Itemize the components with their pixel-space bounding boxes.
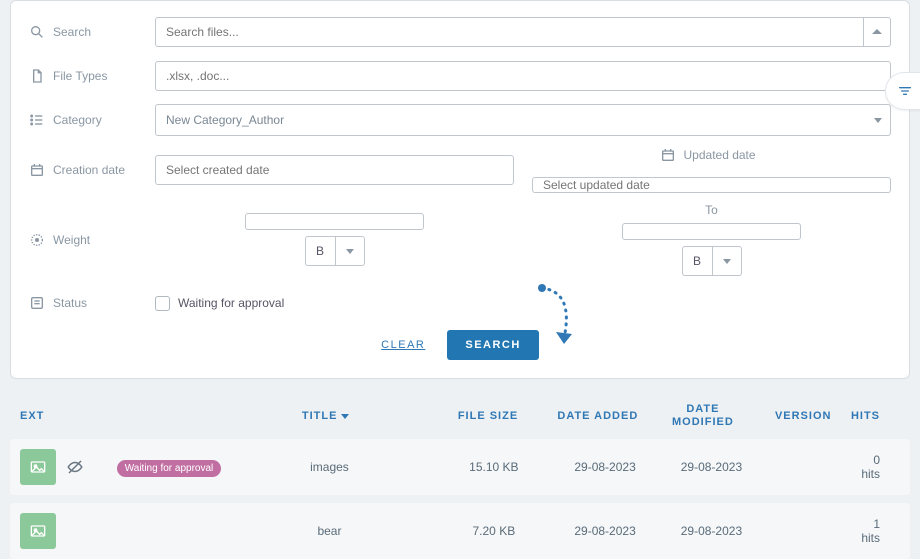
file-type-image-icon xyxy=(20,513,56,549)
search-input[interactable] xyxy=(155,17,864,47)
cell-modified: 29-08-2023 xyxy=(658,524,764,538)
search-input-wrap xyxy=(155,17,891,47)
row-status: Status Waiting for approval xyxy=(29,286,891,320)
status-checkbox[interactable] xyxy=(155,296,170,311)
category-value: New Category_Author xyxy=(156,105,867,135)
cell-hits: 1 hits xyxy=(861,517,900,545)
label-creation-date: Creation date xyxy=(29,162,155,178)
cell-title: images xyxy=(223,460,436,474)
th-version[interactable]: VERSION xyxy=(755,410,851,422)
status-checkbox-row: Waiting for approval xyxy=(155,296,284,311)
row-dates: Creation date Updated date xyxy=(29,147,891,193)
th-date-modified[interactable]: DATE MODIFIED xyxy=(650,403,755,429)
cell-title: bear xyxy=(223,524,436,538)
filter-fab[interactable] xyxy=(885,72,920,110)
label-status-text: Status xyxy=(53,296,87,310)
th-title-text: TITLE xyxy=(302,410,338,422)
cell-added: 29-08-2023 xyxy=(552,524,658,538)
th-title[interactable]: TITLE xyxy=(221,410,431,422)
table-header: EXT TITLE FILE SIZE DATE ADDED DATE MODI… xyxy=(10,389,910,439)
table-row[interactable]: bear 7.20 KB 29-08-2023 29-08-2023 1 hit… xyxy=(10,503,910,559)
label-weight-text: Weight xyxy=(53,233,90,247)
status-icon xyxy=(29,295,45,311)
sort-desc-icon xyxy=(341,414,349,419)
cell-hits: 0 hits xyxy=(861,453,900,481)
search-panel: Search File Types Category New xyxy=(10,0,910,379)
results-table: EXT TITLE FILE SIZE DATE ADDED DATE MODI… xyxy=(0,389,920,559)
creation-date-input[interactable] xyxy=(155,155,514,185)
weight-to-unit-label: B xyxy=(683,247,713,275)
row-file-types: File Types xyxy=(29,59,891,93)
th-date-added[interactable]: DATE ADDED xyxy=(545,410,650,422)
label-status: Status xyxy=(29,295,155,311)
cell-modified: 29-08-2023 xyxy=(658,460,764,474)
calendar-edit-icon xyxy=(660,147,676,163)
row-weight: Weight B To B xyxy=(29,203,891,276)
file-type-image-icon xyxy=(20,449,56,485)
label-updated-date: Updated date xyxy=(660,147,764,163)
th-hits[interactable]: HITS xyxy=(851,410,900,422)
weight-from-unit-label: B xyxy=(306,237,336,265)
chevron-down-icon xyxy=(346,249,354,254)
search-button[interactable]: SEARCH xyxy=(447,330,538,360)
chevron-down-icon xyxy=(723,259,731,264)
row-category: Category New Category_Author xyxy=(29,103,891,137)
search-icon xyxy=(29,24,45,40)
label-weight-to-text: To xyxy=(705,203,718,217)
file-icon xyxy=(29,68,45,84)
label-search-text: Search xyxy=(53,25,91,39)
weight-from-unit-select[interactable]: B xyxy=(305,236,365,266)
label-file-types-text: File Types xyxy=(53,69,107,83)
row-search: Search xyxy=(29,15,891,49)
cell-added: 29-08-2023 xyxy=(552,460,658,474)
updated-date-input[interactable] xyxy=(532,177,891,193)
actions-row: CLEAR SEARCH xyxy=(29,330,891,360)
th-file-size[interactable]: FILE SIZE xyxy=(431,410,546,422)
th-ext[interactable]: EXT xyxy=(20,410,116,422)
cell-size: 7.20 KB xyxy=(436,524,552,538)
label-weight-to: To xyxy=(660,203,764,217)
label-creation-date-text: Creation date xyxy=(53,163,125,177)
label-file-types: File Types xyxy=(29,68,155,84)
cell-size: 15.10 KB xyxy=(436,460,552,474)
status-checkbox-label: Waiting for approval xyxy=(178,296,284,310)
hidden-icon xyxy=(66,458,84,476)
list-icon xyxy=(29,112,45,128)
calendar-icon xyxy=(29,162,45,178)
label-search: Search xyxy=(29,24,155,40)
filter-icon xyxy=(897,83,913,99)
label-category-text: Category xyxy=(53,113,102,127)
search-collapse-toggle[interactable] xyxy=(864,17,891,47)
label-weight: Weight xyxy=(29,232,155,248)
weight-from-input[interactable] xyxy=(245,213,424,230)
weight-icon xyxy=(29,232,45,248)
weight-to-unit-select[interactable]: B xyxy=(682,246,742,276)
weight-to-input[interactable] xyxy=(622,223,801,240)
category-select[interactable]: New Category_Author xyxy=(155,104,891,136)
table-row[interactable]: Waiting for approval images 15.10 KB 29-… xyxy=(10,439,910,495)
chevron-down-icon xyxy=(874,118,882,123)
chevron-up-icon xyxy=(872,27,882,37)
label-category: Category xyxy=(29,112,155,128)
status-badge: Waiting for approval xyxy=(117,460,222,477)
file-types-input[interactable] xyxy=(155,61,891,91)
clear-button[interactable]: CLEAR xyxy=(381,339,425,351)
label-updated-date-text: Updated date xyxy=(684,148,756,162)
